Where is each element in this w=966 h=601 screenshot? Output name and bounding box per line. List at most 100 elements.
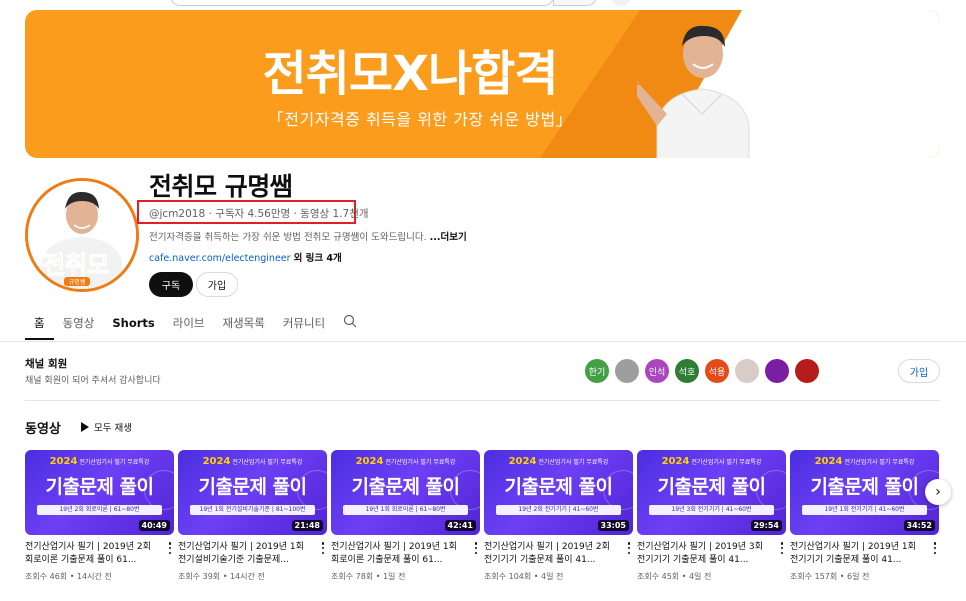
thumb-sub-text: 19년 1회 전기설비기술기준 | 81~100번 [190, 505, 315, 515]
thumb-sub-text: 19년 2회 전기기기 | 41~60번 [496, 505, 621, 515]
video-thumbnail[interactable]: 2024 전기산업기사 필기 무료특강 기출문제 풀이 19년 1회 전기기기 | … [790, 450, 939, 535]
thumb-main-text: 기출문제 풀이 [45, 476, 155, 498]
thumb-year: 2024 [202, 456, 231, 467]
play-all-button[interactable]: 모두 재생 [81, 420, 132, 434]
tab-live[interactable]: 라이브 [164, 314, 214, 340]
join-button[interactable]: 가입 [196, 272, 238, 297]
more-options-icon[interactable] [319, 540, 327, 556]
thumb-header-text: 전기산업기사 필기 무료특강 [385, 459, 456, 466]
thumb-main-text: 기출문제 풀이 [198, 476, 308, 498]
member-avatar[interactable]: 인석 [645, 359, 669, 383]
top-bar [0, 0, 966, 8]
video-title[interactable]: 전기산업기사 필기 | 2019년 1회 전기설비기술기준 기출문제... [178, 541, 310, 567]
video-meta: 조회수 45회 • 4일 전 [637, 572, 712, 581]
membership-title: 채널 회원 [25, 358, 68, 370]
video-title[interactable]: 전기산업기사 필기 | 2019년 1회 회로이론 기출문제 풀이 61... [331, 541, 463, 567]
tab-playlists[interactable]: 재생목록 [213, 314, 273, 340]
thumb-sub-text: 19년 2회 회로이론 | 61~80번 [37, 505, 162, 515]
tab-community[interactable]: 커뮤니티 [274, 314, 334, 340]
video-card[interactable]: 2024 전기산업기사 필기 무료특강 기출문제 풀이 19년 2회 회로이론 | … [25, 450, 174, 582]
thumb-header: 2024 전기산업기사 필기 무료특강 [637, 456, 786, 467]
member-avatar[interactable] [795, 359, 819, 383]
thumb-header-text: 전기산업기사 필기 무료특강 [538, 459, 609, 466]
tab-home[interactable]: 홈 [25, 314, 54, 340]
video-thumbnail[interactable]: 2024 전기산업기사 필기 무료특강기출문제 풀이 19년 2회 전기기기 | … [484, 450, 633, 535]
more-options-icon[interactable] [931, 540, 939, 556]
thumb-main-text: 기출문제 풀이 [810, 476, 920, 498]
member-avatar[interactable] [765, 359, 789, 383]
banner-subtitle: 「전기자격증 취득을 위한 가장 쉬운 방법」 [267, 110, 573, 129]
video-duration: 21:48 [291, 520, 323, 531]
video-card[interactable]: 2024 전기산업기사 필기 무료특강 기출문제 풀이 19년 3회 전기기기 | … [637, 450, 786, 582]
avatar-text: 전취모 [43, 251, 109, 279]
video-card[interactable]: 2024 전기산업기사 필기 무료특강 기출문제 풀이 19년 1회 전기기기 | … [790, 450, 939, 582]
video-meta: 조회수 157회 • 6일 전 [790, 572, 870, 581]
thumb-year: 2024 [508, 456, 537, 467]
next-arrow-button[interactable]: › [925, 479, 951, 505]
video-duration: 33:05 [597, 520, 629, 531]
videos-section-title: 동영상 [25, 422, 61, 437]
video-thumbnail[interactable]: 2024 전기산업기사 필기 무료특강 기출문제 풀이 19년 3회 전기기기 | … [637, 450, 786, 535]
video-title[interactable]: 전기산업기사 필기 | 2019년 2회 전기기기 기출문제 풀이 41... [484, 541, 616, 567]
more-options-icon[interactable] [472, 540, 480, 556]
play-all-label: 모두 재생 [94, 423, 132, 434]
channel-tabs: 홈 동영상 Shorts 라이브 재생목록 커뮤니티 [25, 314, 357, 342]
channel-search-icon[interactable] [334, 314, 357, 340]
video-title[interactable]: 전기산업기사 필기 | 2019년 2회 회로이론 기출문제 풀이 61... [25, 541, 157, 567]
channel-meta: @jcm2018 · 구독자 4.56만명 · 동영상 1.7천개 [149, 208, 369, 220]
video-meta: 조회수 104회 • 4일 전 [484, 572, 564, 581]
video-thumbnail[interactable]: 2024 전기산업기사 필기 무료특강기출문제 풀이 19년 1회 회로이론 | … [331, 450, 480, 535]
video-duration: 42:41 [444, 520, 476, 531]
video-meta: 조회수 46회 • 14시간 전 [25, 572, 112, 581]
channel-banner: 전취모X나합격 「전기자격증 취득을 위한 가장 쉬운 방법」 [25, 10, 940, 158]
video-thumbnail[interactable]: 2024 전기산업기사 필기 무료특강 기출문제 풀이 19년 1회 전기설비기술기… [178, 450, 327, 535]
channel-link[interactable]: cafe.naver.com/electengineer [149, 253, 291, 264]
video-thumbnail[interactable]: 2024 전기산업기사 필기 무료특강 기출문제 풀이 19년 2회 회로이론 | … [25, 450, 174, 535]
member-avatar[interactable]: 한기 [585, 359, 609, 383]
video-duration: 40:49 [138, 520, 170, 531]
thumb-sub-text: 19년 1회 회로이론 | 61~80번 [343, 505, 468, 515]
subscribe-button[interactable]: 구독 [149, 272, 193, 297]
search-input[interactable] [170, 0, 554, 6]
video-title[interactable]: 전기산업기사 필기 | 2019년 3회 전기기기 기출문제 풀이 41... [637, 541, 769, 567]
video-card[interactable]: 2024 전기산업기사 필기 무료특강기출문제 풀이 19년 2회 전기기기 | … [484, 450, 633, 582]
channel-avatar[interactable]: 전취모 규명쌤 [25, 178, 139, 292]
more-options-icon[interactable] [778, 540, 786, 556]
member-avatar[interactable]: 석용 [705, 359, 729, 383]
description-more-link[interactable]: ...더보기 [430, 232, 467, 243]
thumb-header-text: 전기산업기사 필기 무료특강 [79, 459, 150, 466]
avatar-image: 전취모 규명쌤 [28, 181, 136, 289]
video-title[interactable]: 전기산업기사 필기 | 2019년 1회 전기기기 기출문제 풀이 41... [790, 541, 922, 567]
thumb-header: 2024 전기산업기사 필기 무료특강 [484, 456, 633, 467]
banner-title: 전취모X나합격 [262, 46, 559, 102]
more-links[interactable]: 외 링크 4개 [294, 253, 342, 264]
more-options-icon[interactable] [166, 540, 174, 556]
channel-description[interactable]: 전기자격증을 취득하는 가장 쉬운 방법 전취모 규명쌤이 도와드립니다. ..… [149, 229, 467, 243]
video-duration: 34:52 [903, 520, 935, 531]
thumb-header: 2024 전기산업기사 필기 무료특강 [790, 456, 939, 467]
member-avatar[interactable] [615, 359, 639, 383]
video-grid: 2024 전기산업기사 필기 무료특강기출문제 풀이 19년 2회 회로이론 | … [25, 450, 939, 582]
video-card[interactable]: 2024 전기산업기사 필기 무료특강기출문제 풀이 19년 1회 회로이론 | … [331, 450, 480, 582]
member-avatar[interactable] [735, 359, 759, 383]
member-avatars: 한기 인석 석호 석용 [585, 359, 819, 383]
section-divider [25, 400, 940, 401]
thumb-main-text: 기출문제 풀이 [504, 476, 614, 498]
chevron-right-icon: › [935, 484, 941, 500]
thumb-header: 2024 전기산업기사 필기 무료특강 [331, 456, 480, 467]
tab-videos[interactable]: 동영상 [54, 314, 104, 340]
tab-shorts[interactable]: Shorts [103, 314, 163, 340]
member-avatar[interactable]: 석호 [675, 359, 699, 383]
search-button[interactable] [553, 0, 597, 6]
more-options-icon[interactable] [625, 540, 633, 556]
tabs-divider [0, 341, 966, 342]
video-card[interactable]: 2024 전기산업기사 필기 무료특강 기출문제 풀이 19년 1회 전기설비기술기… [178, 450, 327, 582]
channel-links: cafe.naver.com/electengineer 외 링크 4개 [149, 250, 342, 264]
voice-search-button[interactable] [611, 0, 631, 6]
membership-join-button[interactable]: 가입 [898, 359, 940, 383]
video-meta: 조회수 78회 • 1일 전 [331, 572, 406, 581]
thumb-main-text: 기출문제 풀이 [351, 476, 461, 498]
avatar-badge: 규명쌤 [69, 278, 86, 286]
description-text: 전기자격증을 취득하는 가장 쉬운 방법 전취모 규명쌤이 도와드립니다. [149, 232, 427, 243]
thumb-main-text: 기출문제 풀이 [657, 476, 767, 498]
